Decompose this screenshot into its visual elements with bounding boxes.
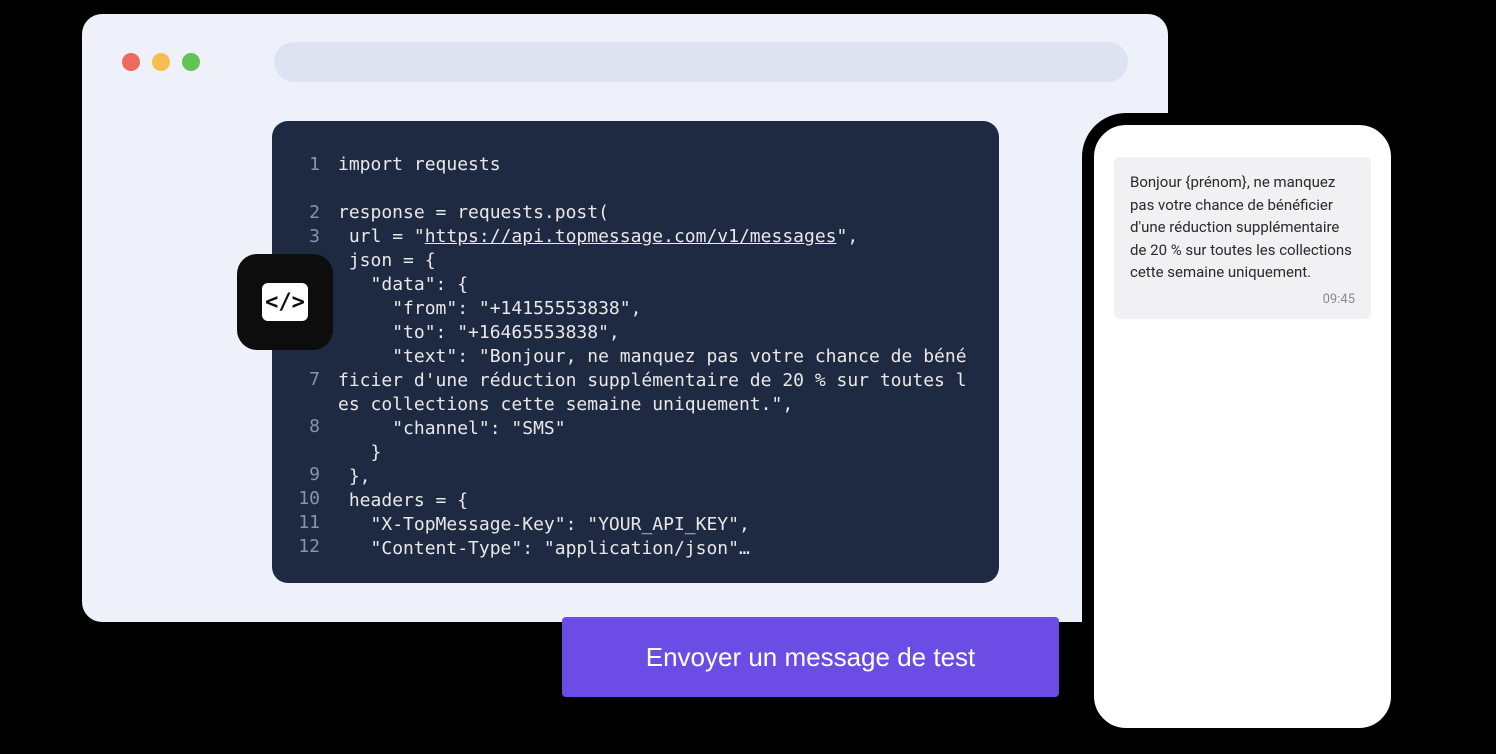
browser-chrome	[122, 42, 1128, 82]
code-icon-badge: </>	[237, 254, 333, 350]
window-minimize-icon[interactable]	[152, 53, 170, 71]
sms-timestamp: 09:45	[1130, 290, 1355, 310]
code-icon: </>	[262, 283, 308, 321]
window-maximize-icon[interactable]	[182, 53, 200, 71]
code-editor: 1 2 3 7 8 9 10 11 12 import requests res…	[272, 121, 999, 583]
api-url[interactable]: https://api.topmessage.com/v1/messages	[425, 226, 837, 247]
line-numbers: 1 2 3 7 8 9 10 11 12	[296, 153, 320, 559]
sms-text: Bonjour {prénom}, ne manquez pas votre c…	[1130, 171, 1355, 284]
window-close-icon[interactable]	[122, 53, 140, 71]
sms-bubble: Bonjour {prénom}, ne manquez pas votre c…	[1114, 157, 1371, 319]
send-test-message-button[interactable]: Envoyer un message de test	[562, 617, 1059, 697]
code-content[interactable]: import requests response = requests.post…	[338, 153, 975, 559]
phone-preview: Bonjour {prénom}, ne manquez pas votre c…	[1082, 113, 1403, 740]
traffic-lights	[122, 53, 200, 71]
address-bar[interactable]	[274, 42, 1128, 82]
